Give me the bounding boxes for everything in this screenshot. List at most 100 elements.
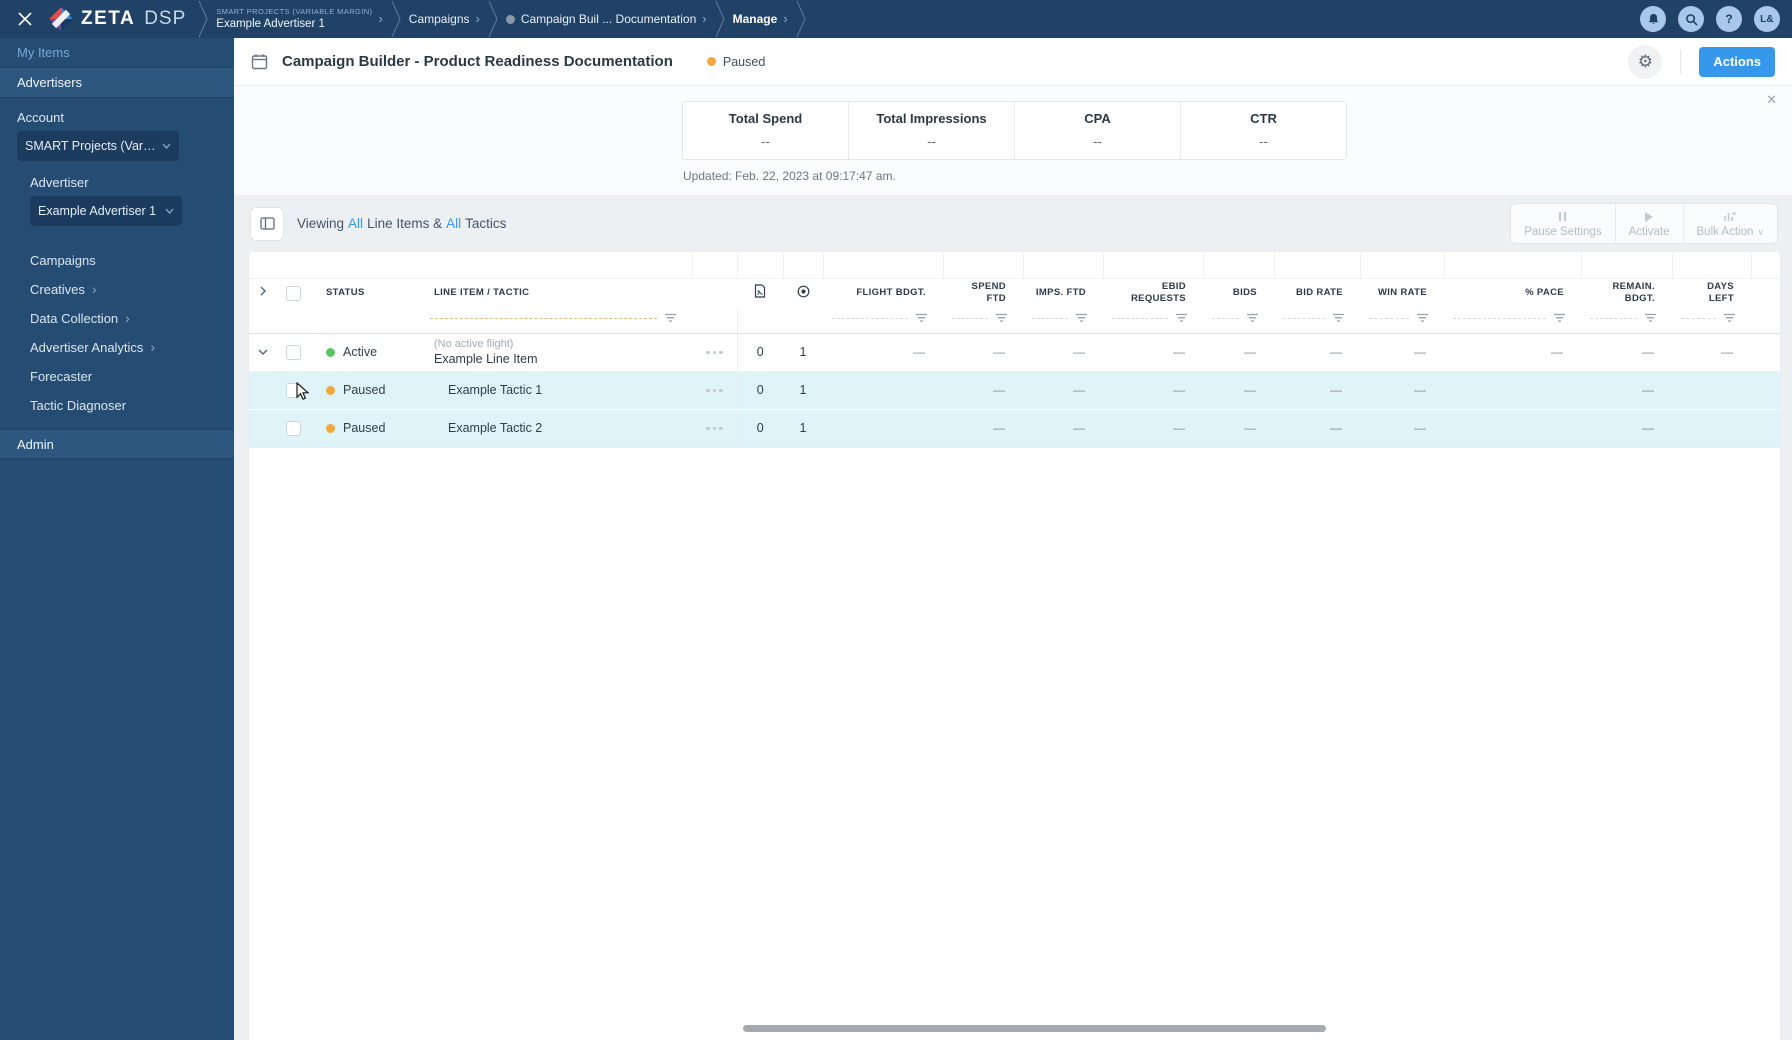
table-row-tactic-1[interactable]: Paused Example Tactic 1 0 1 — — — — — — … bbox=[249, 371, 1780, 410]
close-icon[interactable] bbox=[12, 6, 38, 32]
col-status[interactable]: STATUS bbox=[309, 278, 421, 308]
panel-toggle-icon bbox=[259, 217, 275, 230]
filter-icon bbox=[915, 313, 928, 323]
breadcrumb-campaigns[interactable]: Campaigns › bbox=[409, 12, 480, 27]
filter-flight-bdgt[interactable] bbox=[823, 313, 943, 328]
advertiser-select[interactable]: Example Advertiser 1 bbox=[30, 196, 182, 226]
filter-bids[interactable] bbox=[1203, 313, 1274, 328]
col-spend-ftd[interactable]: SPEND FTD bbox=[943, 278, 1023, 308]
breadcrumb-manage[interactable]: Manage › bbox=[733, 10, 788, 27]
sidebar-item-creatives[interactable]: Creatives › bbox=[0, 275, 234, 304]
sidebar-item-advertisers[interactable]: Advertisers bbox=[0, 68, 234, 98]
creative-doc-icon bbox=[754, 284, 766, 301]
remain-bdgt-value: — bbox=[1581, 333, 1672, 372]
filter-pace[interactable] bbox=[1444, 313, 1581, 328]
notifications-button[interactable] bbox=[1640, 6, 1666, 32]
all-line-items-link[interactable]: All bbox=[348, 216, 363, 231]
line-item-name: Example Line Item bbox=[434, 352, 538, 367]
zeta-dsp-logo[interactable]: ZETA DSP bbox=[48, 6, 186, 32]
sidebar-item-campaigns[interactable]: Campaigns bbox=[0, 246, 234, 275]
imps-ftd-value: — bbox=[1023, 409, 1103, 448]
logo-text-zeta: ZETA bbox=[81, 8, 136, 29]
pace-value: — bbox=[1444, 333, 1581, 372]
filter-imps-ftd[interactable] bbox=[1023, 313, 1103, 328]
filter-remain-bdgt[interactable] bbox=[1581, 313, 1672, 328]
sidebar-item-my-items[interactable]: My Items bbox=[0, 38, 234, 68]
tactic-name: Example Tactic 1 bbox=[448, 382, 543, 397]
collapse-all-chevron[interactable] bbox=[249, 278, 277, 308]
paused-status-dot bbox=[326, 423, 335, 433]
sidebar-item-forecaster[interactable]: Forecaster bbox=[0, 362, 234, 391]
col-ebid-requests[interactable]: EBID REQUESTS bbox=[1103, 278, 1203, 308]
filter-line-item[interactable] bbox=[421, 313, 692, 328]
stat-total-impressions: Total Impressions -- bbox=[848, 102, 1014, 159]
bids-value: — bbox=[1203, 371, 1274, 410]
account-select-value: SMART Projects (Variable M... bbox=[25, 139, 158, 153]
logo-text-dsp: DSP bbox=[144, 8, 187, 29]
filter-ebid-requests[interactable] bbox=[1103, 313, 1203, 328]
pace-value bbox=[1444, 409, 1581, 448]
col-targets[interactable] bbox=[783, 278, 823, 308]
spend-ftd-value: — bbox=[943, 371, 1023, 410]
filter-bid-rate[interactable] bbox=[1274, 313, 1360, 328]
table-row-line-item[interactable]: Active (No active flight) Example Line I… bbox=[249, 333, 1780, 372]
col-imps-ftd[interactable]: IMPS. FTD bbox=[1023, 278, 1103, 308]
sidebar-item-advertiser-analytics[interactable]: Advertiser Analytics › bbox=[0, 333, 234, 362]
chevron-right-icon: › bbox=[702, 10, 707, 26]
sidebar-item-data-collection[interactable]: Data Collection › bbox=[0, 304, 234, 333]
row-menu-button[interactable] bbox=[692, 409, 738, 448]
pause-icon bbox=[1524, 210, 1601, 223]
col-creatives[interactable] bbox=[737, 278, 783, 308]
col-bid-rate[interactable]: BID RATE bbox=[1274, 278, 1360, 308]
row-checkbox[interactable] bbox=[285, 344, 301, 360]
account-select[interactable]: SMART Projects (Variable M... bbox=[17, 131, 179, 161]
sidebar-item-tactic-diagnoser[interactable]: Tactic Diagnoser bbox=[0, 391, 234, 420]
col-pace[interactable]: % PACE bbox=[1444, 278, 1581, 308]
col-days-left[interactable]: DAYS LEFT bbox=[1672, 278, 1751, 308]
ebid-requests-value: — bbox=[1103, 371, 1203, 410]
flight-bdgt-value: — bbox=[823, 333, 943, 372]
main-content: Campaign Builder - Product Readiness Doc… bbox=[234, 38, 1792, 1040]
table-row-tactic-2[interactable]: Paused Example Tactic 2 0 1 — — — — — — … bbox=[249, 409, 1780, 448]
col-bids[interactable]: BIDS bbox=[1203, 278, 1274, 308]
col-win-rate[interactable]: WIN RATE bbox=[1360, 278, 1444, 308]
col-flight-bdgt[interactable]: FLIGHT BDGT. bbox=[823, 278, 943, 308]
bulk-action-button[interactable]: Bulk Action ∨ bbox=[1682, 204, 1778, 243]
panel-toggle-button[interactable] bbox=[250, 206, 284, 241]
pause-settings-button[interactable]: Pause Settings bbox=[1511, 204, 1614, 243]
help-button[interactable]: ? bbox=[1716, 6, 1742, 32]
breadcrumb-separator bbox=[391, 1, 401, 37]
row-menu-button[interactable] bbox=[692, 371, 738, 410]
actions-button[interactable]: Actions bbox=[1699, 46, 1775, 77]
filter-spend-ftd[interactable] bbox=[943, 313, 1023, 328]
flight-bdgt-value bbox=[823, 409, 943, 448]
chevron-right-icon: › bbox=[783, 10, 788, 26]
select-all-checkbox[interactable] bbox=[285, 285, 301, 301]
filter-icon bbox=[1553, 313, 1566, 323]
search-button[interactable] bbox=[1678, 6, 1704, 32]
line-item-name-cell: (No active flight) Example Line Item bbox=[421, 333, 692, 372]
campaign-status-dot bbox=[505, 14, 515, 24]
activate-button[interactable]: Activate bbox=[1614, 204, 1683, 243]
filter-days-left[interactable] bbox=[1672, 313, 1751, 328]
horizontal-scrollbar[interactable] bbox=[743, 1025, 1326, 1032]
settings-button[interactable]: ⚙ bbox=[1628, 44, 1663, 79]
close-stats-icon[interactable]: ✕ bbox=[1766, 92, 1777, 108]
row-checkbox[interactable] bbox=[285, 420, 301, 436]
col-line-item-tactic[interactable]: LINE ITEM / TACTIC bbox=[421, 278, 692, 308]
page-title: Campaign Builder - Product Readiness Doc… bbox=[282, 53, 673, 70]
all-tactics-link[interactable]: All bbox=[446, 216, 461, 231]
breadcrumb-account[interactable]: SMART PROJECTS (VARIABLE MARGIN) Example… bbox=[216, 7, 383, 31]
row-menu-button[interactable] bbox=[692, 333, 738, 372]
row-checkbox[interactable] bbox=[285, 382, 301, 398]
user-avatar[interactable]: L& bbox=[1754, 6, 1780, 32]
sidebar-item-admin[interactable]: Admin bbox=[0, 429, 234, 459]
stats-summary-box: Total Spend -- Total Impressions -- CPA … bbox=[682, 101, 1347, 160]
stat-ctr: CTR -- bbox=[1180, 102, 1346, 159]
filter-win-rate[interactable] bbox=[1360, 313, 1444, 328]
breadcrumb-campaign[interactable]: Campaign Buil ... Documentation › bbox=[505, 10, 707, 26]
expand-chevron[interactable] bbox=[249, 333, 277, 372]
days-left-value: — bbox=[1672, 333, 1751, 372]
col-remain-bdgt[interactable]: REMAIN. BDGT. bbox=[1581, 278, 1672, 308]
win-rate-value: — bbox=[1360, 409, 1444, 448]
